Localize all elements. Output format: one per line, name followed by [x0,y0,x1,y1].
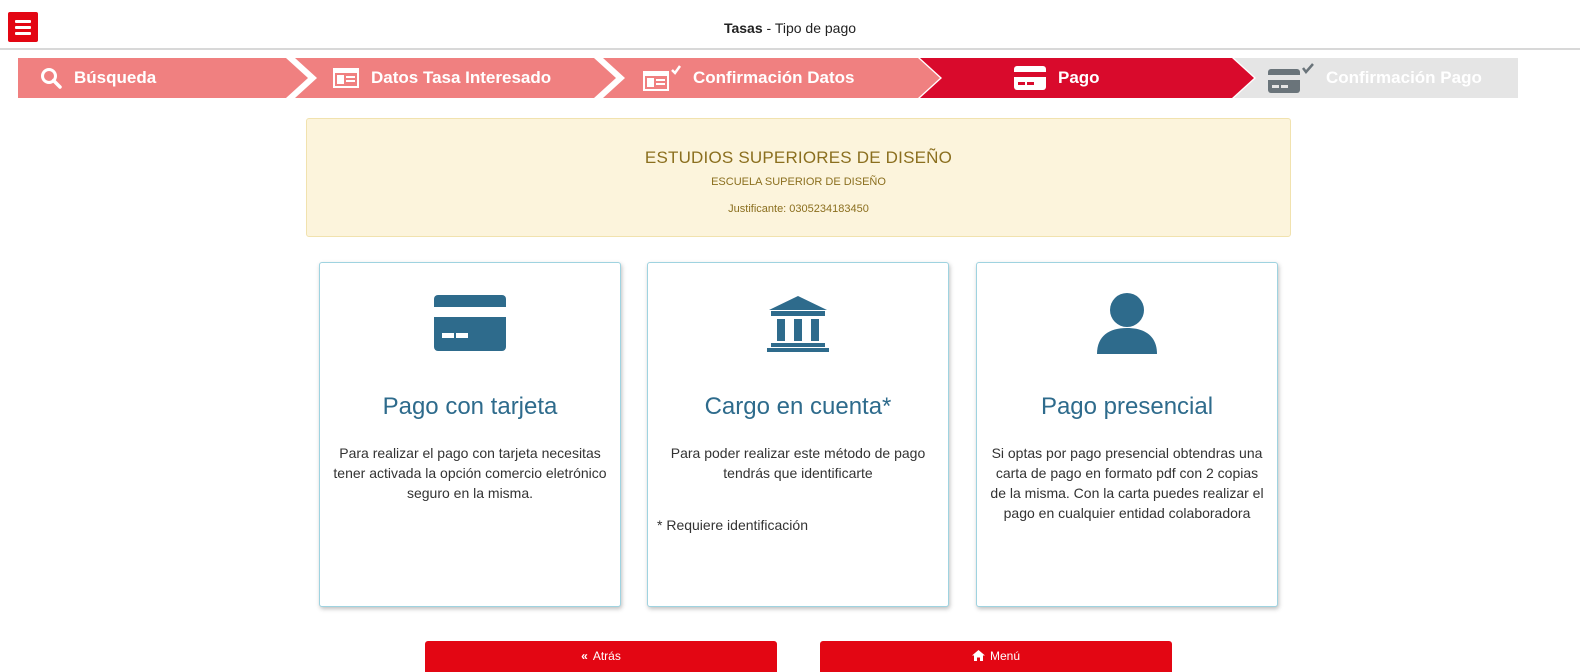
credit-card-check-icon [1268,63,1314,93]
credit-card-icon [1014,66,1046,90]
card-description: Para realizar el pago con tarjeta necesi… [333,445,607,501]
bank-icon [648,291,948,355]
step-datos-tasa-interesado[interactable]: Datos Tasa Interesado [295,58,616,98]
page-title-section: - Tipo de pago [762,20,857,36]
back-button[interactable]: « Atrás [425,641,777,672]
step-label: Confirmación Pago [1326,68,1482,87]
step-label: Datos Tasa Interesado [371,68,552,87]
payment-option-card-tarjeta[interactable]: Pago con tarjeta Para realizar el pago c… [319,262,621,607]
double-chevron-left-icon: « [581,649,588,663]
step-confirmacion-pago[interactable]: Confirmación Pago [1234,58,1518,98]
back-button-label: Atrás [592,649,621,663]
step-label: Pago [1058,68,1100,87]
step-label: Confirmación Datos [693,68,855,87]
info-title: ESTUDIOS SUPERIORES DE DISEÑO [644,148,953,167]
menu-button-label: Menú [989,649,1021,663]
card-title: Pago presencial [1040,393,1214,420]
payment-option-card-cargo-cuenta[interactable]: Cargo en cuenta* Para poder realizar est… [647,262,949,607]
card-description: Si optas por pago presencial obtendras u… [990,445,1264,521]
info-subtitle: ESCUELA SUPERIOR DE DISEÑO [711,176,886,188]
info-justificante: Justificante: 0305234183450 [728,203,869,215]
tax-info-panel: ESTUDIOS SUPERIORES DE DISEÑO ESCUELA SU… [306,118,1291,237]
card-title: Pago con tarjeta [382,393,558,420]
id-card-check-icon [643,65,681,91]
home-icon [971,649,985,663]
id-card-icon [333,68,359,88]
step-label: Búsqueda [74,68,157,87]
step-confirmacion-datos[interactable]: Confirmación Datos [603,58,940,98]
card-description: Para poder realizar este método de pago … [670,445,926,481]
search-icon [40,67,62,89]
page-title: Tasas - Tipo de pago [0,20,1580,36]
page-title-app: Tasas [723,20,763,36]
step-busqueda[interactable]: Búsqueda [18,58,308,98]
menu-button[interactable]: Menú [820,641,1172,672]
card-note: * Requiere identificación [657,517,808,533]
wizard-stepper: Búsqueda Datos Tasa Interesado Confirmac… [18,58,1518,98]
user-icon [977,291,1277,355]
credit-card-icon [320,291,620,355]
payment-option-card-presencial[interactable]: Pago presencial Si optas por pago presen… [976,262,1278,607]
top-bar: Tasas - Tipo de pago [0,0,1580,50]
card-title: Cargo en cuenta* [704,393,892,420]
step-pago[interactable]: Pago [920,58,1254,98]
